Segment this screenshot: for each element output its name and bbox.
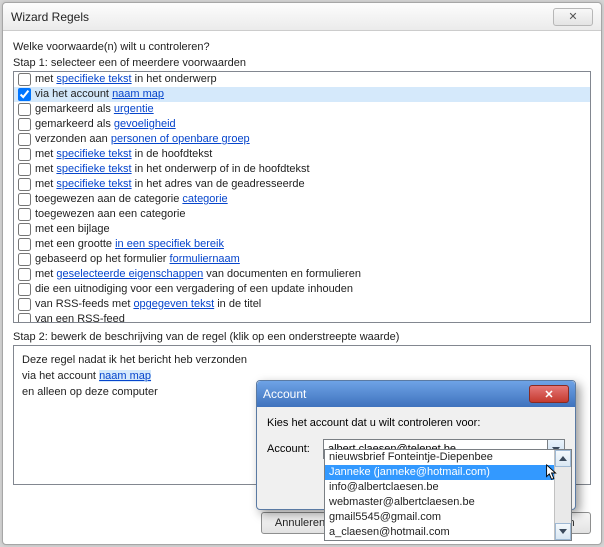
condition-row[interactable]: met een grootte in een specifiek bereik [14, 237, 590, 252]
window-close-button[interactable]: ✕ [553, 8, 593, 26]
condition-row[interactable]: gemarkeerd als urgentie [14, 102, 590, 117]
condition-text: van een RSS-feed [35, 312, 125, 323]
condition-row[interactable]: toegewezen aan de categorie categorie [14, 192, 590, 207]
dropdown-option[interactable]: info@albertclaesen.be [325, 480, 571, 495]
close-icon: ✕ [544, 388, 553, 401]
condition-row[interactable]: met een bijlage [14, 222, 590, 237]
condition-link[interactable]: specifieke tekst [56, 73, 131, 85]
condition-checkbox[interactable] [18, 133, 31, 146]
condition-link[interactable]: specifieke tekst [56, 178, 131, 190]
condition-link[interactable]: specifieke tekst [56, 148, 131, 160]
condition-text: die een uitnodiging voor een vergadering… [35, 282, 353, 297]
condition-row[interactable]: gemarkeerd als gevoeligheid [14, 117, 590, 132]
condition-checkbox[interactable] [18, 88, 31, 101]
condition-text: van RSS-feeds met opgegeven tekst in de … [35, 297, 261, 312]
condition-row[interactable]: van RSS-feeds met opgegeven tekst in de … [14, 297, 590, 312]
condition-link[interactable]: gevoeligheid [114, 118, 176, 130]
popup-titlebar: Account ✕ [257, 381, 575, 407]
condition-link[interactable]: naam map [112, 88, 164, 100]
condition-checkbox[interactable] [18, 313, 31, 323]
condition-text: met een bijlage [35, 222, 110, 237]
condition-checkbox[interactable] [18, 178, 31, 191]
scroll-up-button[interactable] [555, 450, 571, 467]
condition-text: met specifieke tekst in het onderwerp [35, 72, 217, 87]
condition-text: toegewezen aan de categorie categorie [35, 192, 228, 207]
condition-row[interactable]: met specifieke tekst in het adres van de… [14, 177, 590, 192]
condition-link[interactable]: personen of openbare groep [111, 133, 250, 145]
condition-row[interactable]: met specifieke tekst in het onderwerp [14, 72, 590, 87]
condition-text: met specifieke tekst in het onderwerp of… [35, 162, 310, 177]
condition-checkbox[interactable] [18, 208, 31, 221]
condition-checkbox[interactable] [18, 268, 31, 281]
account-dropdown-list[interactable]: nieuwsbrief Fonteintje-Diepenbee Janneke… [324, 449, 572, 541]
condition-row[interactable]: via het account naam map [14, 87, 590, 102]
account-label: Account: [267, 443, 317, 455]
dropdown-scrollbar[interactable] [554, 450, 571, 540]
condition-text: met een grootte in een specifiek bereik [35, 237, 224, 252]
condition-checkbox[interactable] [18, 193, 31, 206]
condition-row[interactable]: toegewezen aan een categorie [14, 207, 590, 222]
condition-row[interactable]: gebaseerd op het formulier formuliernaam [14, 252, 590, 267]
chevron-up-icon [559, 456, 567, 461]
condition-checkbox[interactable] [18, 118, 31, 131]
condition-link[interactable]: specifieke tekst [56, 163, 131, 175]
condition-checkbox[interactable] [18, 298, 31, 311]
condition-text: met specifieke tekst in de hoofdtekst [35, 147, 212, 162]
condition-checkbox[interactable] [18, 283, 31, 296]
condition-text: met specifieke tekst in het adres van de… [35, 177, 305, 192]
condition-text: met geselecteerde eigenschappen van docu… [35, 267, 361, 282]
condition-row[interactable]: verzonden aan personen of openbare groep [14, 132, 590, 147]
condition-row[interactable]: met specifieke tekst in de hoofdtekst [14, 147, 590, 162]
close-icon: ✕ [568, 10, 577, 23]
condition-text: gemarkeerd als gevoeligheid [35, 117, 176, 132]
condition-link[interactable]: urgentie [114, 103, 154, 115]
condition-row[interactable]: met geselecteerde eigenschappen van docu… [14, 267, 590, 282]
step2-label: Stap 2: bewerk de beschrijving van de re… [13, 331, 591, 343]
condition-text: via het account naam map [35, 87, 164, 102]
condition-link[interactable]: categorie [182, 193, 227, 205]
condition-checkbox[interactable] [18, 223, 31, 236]
step1-label: Stap 1: selecteer een of meerdere voorwa… [13, 57, 591, 69]
window-title: Wizard Regels [11, 10, 553, 24]
condition-row[interactable]: van een RSS-feed [14, 312, 590, 323]
condition-text: gebaseerd op het formulier formuliernaam [35, 252, 240, 267]
popup-close-button[interactable]: ✕ [529, 385, 569, 403]
condition-link[interactable]: geselecteerde eigenschappen [56, 268, 203, 280]
question-text: Welke voorwaarde(n) wilt u controleren? [13, 41, 591, 53]
dropdown-option[interactable]: gmail5545@gmail.com [325, 510, 571, 525]
titlebar: Wizard Regels ✕ [3, 3, 601, 31]
condition-checkbox[interactable] [18, 73, 31, 86]
condition-checkbox[interactable] [18, 253, 31, 266]
condition-checkbox[interactable] [18, 103, 31, 116]
dropdown-option[interactable]: webmaster@albertclaesen.be [325, 495, 571, 510]
dropdown-option[interactable]: Janneke (janneke@hotmail.com) [325, 465, 571, 480]
condition-text: verzonden aan personen of openbare groep [35, 132, 250, 147]
conditions-list[interactable]: met specifieke tekst in het onderwerpvia… [13, 71, 591, 323]
scroll-down-button[interactable] [555, 523, 571, 540]
condition-row[interactable]: met specifieke tekst in het onderwerp of… [14, 162, 590, 177]
condition-link[interactable]: formuliernaam [170, 253, 240, 265]
desc-account-link[interactable]: naam map [99, 370, 151, 382]
condition-row[interactable]: die een uitnodiging voor een vergadering… [14, 282, 590, 297]
dropdown-option[interactable]: a_claesen@hotmail.com [325, 525, 571, 540]
condition-checkbox[interactable] [18, 163, 31, 176]
desc-line1: Deze regel nadat ik het bericht heb verz… [22, 352, 582, 368]
condition-checkbox[interactable] [18, 148, 31, 161]
chevron-down-icon [559, 529, 567, 534]
condition-text: toegewezen aan een categorie [35, 207, 185, 222]
condition-link[interactable]: opgegeven tekst [133, 298, 214, 310]
condition-text: gemarkeerd als urgentie [35, 102, 154, 117]
popup-prompt: Kies het account dat u wilt controleren … [267, 417, 565, 429]
dropdown-option[interactable]: nieuwsbrief Fonteintje-Diepenbee [325, 450, 571, 465]
condition-link[interactable]: in een specifiek bereik [115, 238, 224, 250]
condition-checkbox[interactable] [18, 238, 31, 251]
popup-title: Account [263, 387, 529, 401]
